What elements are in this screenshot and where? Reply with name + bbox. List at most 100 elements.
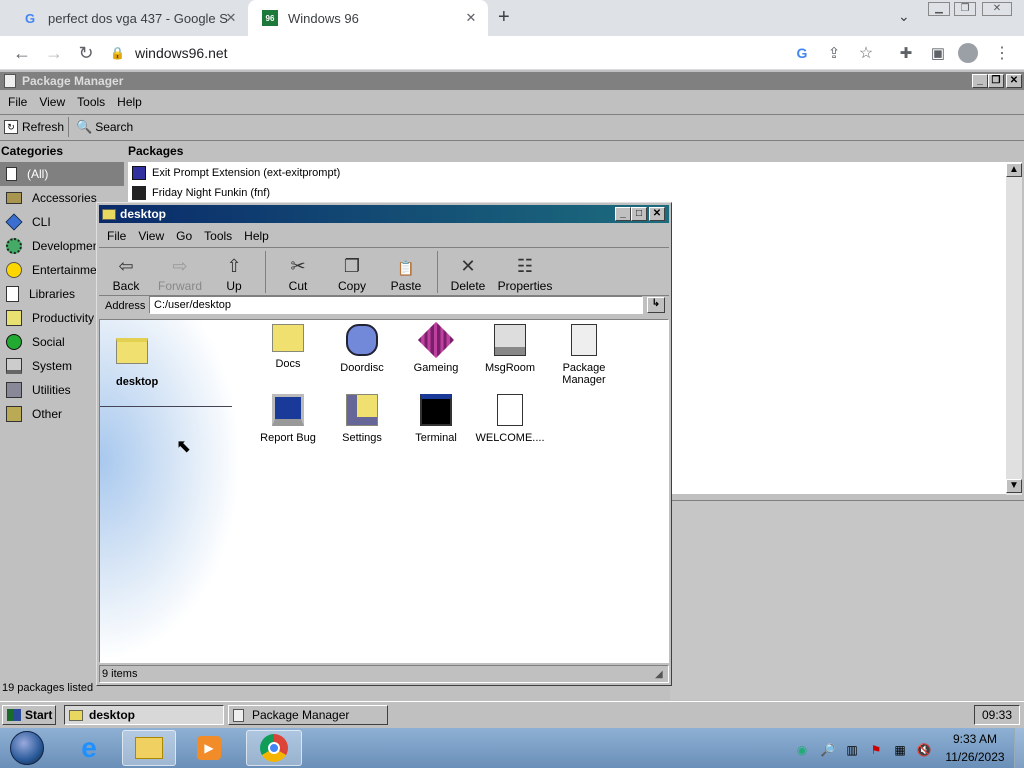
scroll-down-arrow-icon[interactable]: ▼ — [1006, 479, 1022, 493]
up-button[interactable]: ⇧ Up — [207, 249, 261, 297]
package-manager-titlebar[interactable]: Package Manager — [0, 72, 1024, 90]
gameing-item[interactable]: Gameing — [398, 321, 474, 374]
forward-arrow-icon[interactable]: → — [42, 41, 66, 65]
volume-muted-icon[interactable]: 🔇 — [916, 742, 932, 758]
network-icon[interactable]: ▦ — [892, 742, 908, 758]
computer-icon — [272, 394, 304, 426]
explorer-titlebar[interactable]: desktop — [99, 205, 669, 223]
maximize-button[interactable]: ❐ — [988, 74, 1004, 88]
category-all[interactable]: (All) — [0, 162, 124, 186]
close-tab-icon[interactable]: ✕ — [462, 9, 480, 27]
browser-tab-strip: G perfect dos vga 437 - Google Se ✕ 96 W… — [0, 0, 1024, 36]
restore-window-button[interactable]: ❐ — [954, 2, 976, 16]
side-panel-icon[interactable]: ▣ — [926, 41, 950, 65]
profile-icon[interactable] — [956, 41, 980, 65]
misc-icon — [6, 406, 22, 422]
folder-icon — [69, 709, 83, 721]
msgroom-item[interactable]: MsgRoom — [472, 324, 548, 374]
search-button[interactable]: 🔍 Search — [76, 118, 133, 136]
close-tab-icon[interactable]: ✕ — [222, 9, 240, 27]
settings-item[interactable]: Settings — [324, 394, 400, 444]
media-player-icon[interactable]: ▶ — [184, 730, 234, 766]
properties-button[interactable]: ☷ Properties — [495, 249, 555, 297]
folder-icon — [116, 338, 148, 364]
menu-go[interactable]: Go — [170, 229, 198, 243]
menu-view[interactable]: View — [33, 95, 71, 109]
menu-icon[interactable]: ⋮ — [990, 41, 1014, 65]
welcome-file-item[interactable]: WELCOME.... — [472, 394, 548, 444]
network-globe-icon[interactable]: ◉ — [794, 742, 810, 758]
address-bar[interactable]: 🔒 windows96.net — [110, 40, 880, 66]
package-manager-menubar: File View Tools Help — [2, 92, 148, 112]
internet-explorer-icon[interactable]: e — [64, 730, 114, 766]
delete-x-icon: ✕ — [460, 256, 476, 276]
refresh-button[interactable]: ↻ Refresh — [4, 118, 64, 136]
system-date[interactable]: 11/26/2023 — [940, 750, 1010, 764]
back-button[interactable]: ⇦ Back — [99, 249, 153, 297]
url-text: windows96.net — [134, 45, 228, 61]
docs-folder-item[interactable]: Docs — [250, 324, 326, 370]
star-icon[interactable]: ☆ — [854, 41, 878, 65]
minimize-button[interactable]: _ — [615, 207, 631, 221]
share-icon[interactable]: ⇪ — [822, 41, 846, 65]
reload-icon[interactable]: ↻ — [74, 41, 98, 65]
file-explorer-icon[interactable] — [122, 730, 176, 766]
tab-google-search[interactable]: G perfect dos vga 437 - Google Se ✕ — [8, 0, 248, 36]
package-item[interactable]: Friday Night Funkin (fnf) — [132, 184, 270, 202]
scroll-up-arrow-icon[interactable]: ▲ — [1006, 163, 1022, 177]
taskbar-item-desktop[interactable]: desktop — [64, 705, 224, 725]
globe-icon — [6, 334, 22, 350]
new-tab-button[interactable]: + — [498, 6, 510, 29]
tray-app-icon[interactable]: ▥ — [844, 742, 860, 758]
maximize-button[interactable]: □ — [631, 207, 647, 221]
delete-button[interactable]: ✕ Delete — [441, 249, 495, 297]
menu-file[interactable]: File — [2, 95, 33, 109]
start-button[interactable]: Start — [2, 705, 56, 725]
windows96-favicon-icon: 96 — [262, 10, 278, 26]
menu-help[interactable]: Help — [238, 229, 275, 243]
browser-toolbar: ← → ↻ 🔒 windows96.net G ⇪ ☆ ✚ ▣ ⋮ — [0, 36, 1024, 70]
smiley-icon — [6, 262, 22, 278]
window-title: desktop — [120, 207, 167, 221]
menu-view[interactable]: View — [132, 229, 170, 243]
menu-tools[interactable]: Tools — [198, 229, 238, 243]
show-desktop-button[interactable] — [1014, 728, 1024, 768]
terminal-item[interactable]: Terminal — [398, 394, 474, 444]
system-time[interactable]: 9:33 AM — [940, 732, 1010, 746]
back-arrow-icon[interactable]: ← — [10, 41, 34, 65]
report-bug-item[interactable]: Report Bug — [250, 394, 326, 444]
wrench-icon — [6, 382, 22, 398]
package-list-scrollbar[interactable]: ▲ ▼ — [1006, 163, 1022, 495]
minimize-window-button[interactable]: ▁ — [928, 2, 950, 16]
menu-tools[interactable]: Tools — [71, 95, 111, 109]
close-window-button[interactable]: ✕ — [982, 2, 1012, 16]
tab-search-button[interactable]: ⌄ — [898, 8, 910, 25]
chrome-icon[interactable] — [246, 730, 302, 766]
copy-button[interactable]: ❐ Copy — [325, 249, 379, 297]
close-button[interactable]: ✕ — [1006, 74, 1022, 88]
go-arrow-icon[interactable]: ↳ — [647, 297, 665, 313]
doordisc-item[interactable]: Doordisc — [324, 324, 400, 374]
refresh-icon: ↻ — [4, 120, 18, 134]
close-button[interactable]: ✕ — [649, 207, 665, 221]
menu-file[interactable]: File — [101, 229, 132, 243]
menu-help[interactable]: Help — [111, 95, 148, 109]
package-manager-item[interactable]: Package Manager — [546, 324, 622, 386]
resize-grip-icon[interactable]: ◢ — [655, 669, 663, 680]
forward-button[interactable]: ⇨ Forward — [153, 249, 207, 297]
action-center-flag-icon[interactable]: ⚑ — [868, 742, 884, 758]
package-item[interactable]: Exit Prompt Extension (ext-exitprompt) — [132, 164, 340, 182]
minimize-button[interactable]: _ — [972, 74, 988, 88]
package-icon — [4, 74, 16, 88]
tab-windows96[interactable]: 96 Windows 96 ✕ — [248, 0, 488, 36]
search-tray-icon[interactable]: 🔎 — [820, 742, 836, 758]
windows7-start-orb-icon[interactable] — [2, 730, 52, 766]
address-input[interactable]: C:/user/desktop — [149, 296, 643, 314]
cut-button[interactable]: ✂ Cut — [271, 249, 325, 297]
cube-game-icon — [417, 321, 455, 359]
fnf-icon — [132, 186, 146, 200]
taskbar-item-package-manager[interactable]: Package Manager — [228, 705, 388, 725]
paste-button[interactable]: 📋 Paste — [379, 249, 433, 297]
google-icon[interactable]: G — [790, 41, 814, 65]
extensions-icon[interactable]: ✚ — [894, 41, 918, 65]
